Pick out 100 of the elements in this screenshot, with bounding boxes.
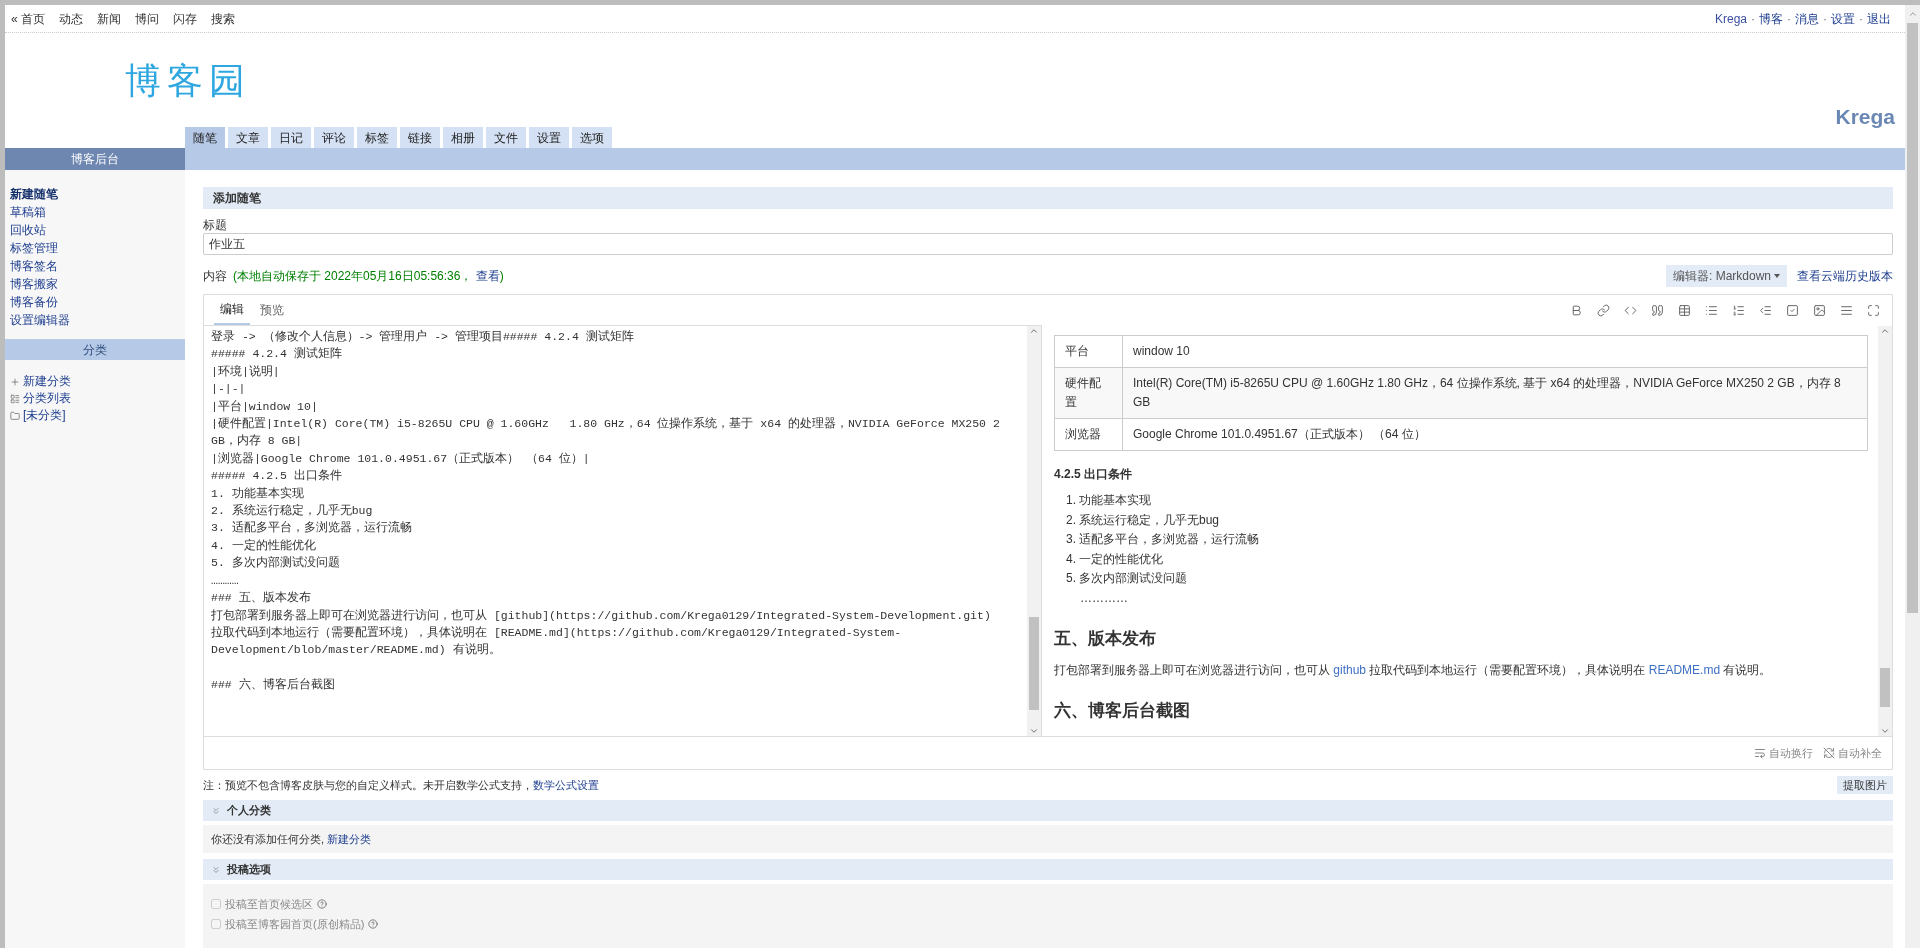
table-cell: window 10 <box>1122 335 1868 368</box>
tab[interactable]: 文章 <box>228 127 268 148</box>
lines-icon[interactable] <box>1840 304 1853 317</box>
scrollbar-thumb[interactable] <box>1029 616 1039 711</box>
editor-option[interactable]: 自动换行 <box>1754 744 1813 762</box>
separator: · <box>1823 10 1827 28</box>
list-item: 多次内部测试没问题 <box>1079 570 1187 587</box>
scroll-up-icon[interactable] <box>1880 326 1890 336</box>
nav-link[interactable]: « 首页 <box>11 9 45 28</box>
editor-select[interactable]: 编辑器: Markdown <box>1665 265 1787 287</box>
sidebar-link[interactable]: 博客备份 <box>10 294 185 311</box>
checkbox-icon[interactable] <box>1786 304 1799 317</box>
table-cell: Intel(R) Core(TM) i5-8265U CPU @ 1.60GHz 1.80 GHz，64 位操作系统, 基于 x64 的处理器，NVIDIA GeForce MX250 2 GB，内存 8 GB <box>1122 367 1868 419</box>
preview-link[interactable]: github <box>1333 663 1367 677</box>
editor-option[interactable]: 自动补全 <box>1823 744 1882 762</box>
field-label: 内容 <box>203 268 227 285</box>
nav-link[interactable]: 搜索 <box>211 9 235 28</box>
tab[interactable]: 文件 <box>486 127 526 148</box>
code-icon[interactable] <box>1624 304 1637 317</box>
source-line: 3. 适配多平台，多浏览器，运行流畅 <box>211 520 413 537</box>
sidebar-link[interactable]: 博客搬家 <box>10 276 185 293</box>
wrap-text-icon <box>1754 747 1766 759</box>
link-icon[interactable] <box>1597 304 1610 317</box>
chevrons-down-icon <box>211 805 221 816</box>
table-cell: 硬件配置 <box>1054 367 1123 419</box>
category-header: 分类 <box>5 339 185 360</box>
quote-icon[interactable] <box>1651 304 1664 317</box>
outdent-icon[interactable] <box>1759 304 1772 317</box>
list-number: 1. <box>1066 492 1076 509</box>
separator: · <box>1787 10 1791 28</box>
bullet-list-icon[interactable] <box>1705 304 1718 317</box>
refresh-off-icon <box>1823 747 1835 759</box>
source-line: 4. 一定的性能优化 <box>211 537 317 554</box>
math-settings-link[interactable]: 数学公式设置 <box>533 778 599 791</box>
numbered-list-icon[interactable] <box>1732 304 1745 317</box>
scroll-down-icon[interactable] <box>1880 726 1890 736</box>
table-icon[interactable] <box>1678 304 1691 317</box>
source-line: ### 六、博客后台截图 <box>211 676 336 693</box>
tab[interactable]: 相册 <box>443 127 483 148</box>
account-link[interactable]: 设置 <box>1831 9 1855 28</box>
scroll-down-icon[interactable] <box>1029 726 1039 736</box>
category-link[interactable]: 分类列表 <box>10 391 185 406</box>
view-link[interactable]: 查看 <box>475 269 500 283</box>
tab[interactable]: 随笔 <box>185 127 225 148</box>
tab[interactable]: 链接 <box>400 127 440 148</box>
folder-icon <box>10 410 20 421</box>
section-header[interactable]: 投稿选项 <box>203 859 1893 880</box>
table-cell: Google Chrome 101.0.4951.67（正式版本） （64 位） <box>1122 418 1868 451</box>
sidebar-link[interactable]: 新建随笔 <box>10 186 185 203</box>
list-icon <box>10 393 20 404</box>
scroll-up-icon[interactable] <box>1029 326 1039 336</box>
tab[interactable]: 日记 <box>271 127 311 148</box>
source-line: |硬件配置|Intel(R) Core(TM) i5-8265U CPU @ 1.60GHz 1.80 GHz，64 位操作系统，基于 x64 的处理器，NVIDIA GeForce MX250 2 GB，内存 8 GB| <box>211 416 1001 450</box>
sidebar-link[interactable]: 设置编辑器 <box>10 312 185 329</box>
image-icon[interactable] <box>1813 304 1826 317</box>
preview-link[interactable]: README.md <box>1648 663 1721 677</box>
sidebar-link[interactable]: 回收站 <box>10 222 185 239</box>
page-scrollbar-thumb[interactable] <box>1907 23 1918 613</box>
help-icon[interactable] <box>368 918 379 929</box>
source-line: 打包部署到服务器上即可在浏览器进行访问，也可从 [github](https://github.com/Krega0129/Integrated-System-Development.git) <box>211 607 992 624</box>
tab[interactable]: 标签 <box>357 127 397 148</box>
title-field[interactable]: 作业五 <box>203 233 1893 255</box>
nav-link[interactable]: 闪存 <box>173 9 197 28</box>
sidebar-link[interactable]: 草稿箱 <box>10 204 185 221</box>
tab[interactable]: 选项 <box>572 127 612 148</box>
editor-note: 注：预览不包含博客皮肤与您的自定义样式。未开启数学公式支持，数学公式设置 <box>203 777 599 793</box>
scroll-up-icon[interactable] <box>1907 9 1918 19</box>
sidebar-link[interactable]: 标签管理 <box>10 240 185 257</box>
expand-icon[interactable] <box>1867 304 1880 317</box>
help-icon[interactable] <box>317 899 327 910</box>
new-category-link[interactable]: 新建分类 <box>327 832 372 845</box>
account-link[interactable]: 退出 <box>1867 9 1891 28</box>
account-link[interactable]: 博客 <box>1759 9 1783 28</box>
list-number: 2. <box>1066 511 1076 529</box>
extract-images-button[interactable]: 提取图片 <box>1837 776 1893 794</box>
nav-link[interactable]: 博问 <box>135 9 159 28</box>
checkbox-label: 投稿至博客园首页(原创精品) <box>225 916 365 932</box>
separator: · <box>1859 10 1863 28</box>
list-item: 系统运行稳定，几乎无bug <box>1079 511 1220 529</box>
category-note: 你还没有添加任何分类, 新建分类 <box>211 831 372 847</box>
plus-icon <box>10 376 20 387</box>
tab[interactable]: 设置 <box>529 127 569 148</box>
account-link[interactable]: Krega <box>1714 9 1747 28</box>
editor-tab[interactable]: 编辑 <box>214 295 250 325</box>
account-link[interactable]: 消息 <box>1795 9 1819 28</box>
scrollbar-thumb[interactable] <box>1880 667 1890 707</box>
chevrons-down-icon <box>211 864 221 875</box>
history-link[interactable]: 查看云端历史版本 <box>1797 267 1893 285</box>
editor-tab[interactable]: 预览 <box>254 295 290 325</box>
section-header[interactable]: 个人分类 <box>203 800 1893 821</box>
tab[interactable]: 评论 <box>314 127 354 148</box>
source-line: |-|-| <box>211 381 247 398</box>
nav-link[interactable]: 新闻 <box>97 9 121 28</box>
sidebar-link[interactable]: 博客签名 <box>10 258 185 275</box>
list-number: 4. <box>1066 550 1076 568</box>
blog-name[interactable]: Krega <box>1835 101 1895 133</box>
nav-link[interactable]: 动态 <box>59 9 83 28</box>
category-link[interactable]: [未分类] <box>10 408 185 423</box>
category-link[interactable]: 新建分类 <box>10 374 185 389</box>
bold-icon[interactable] <box>1570 304 1583 317</box>
